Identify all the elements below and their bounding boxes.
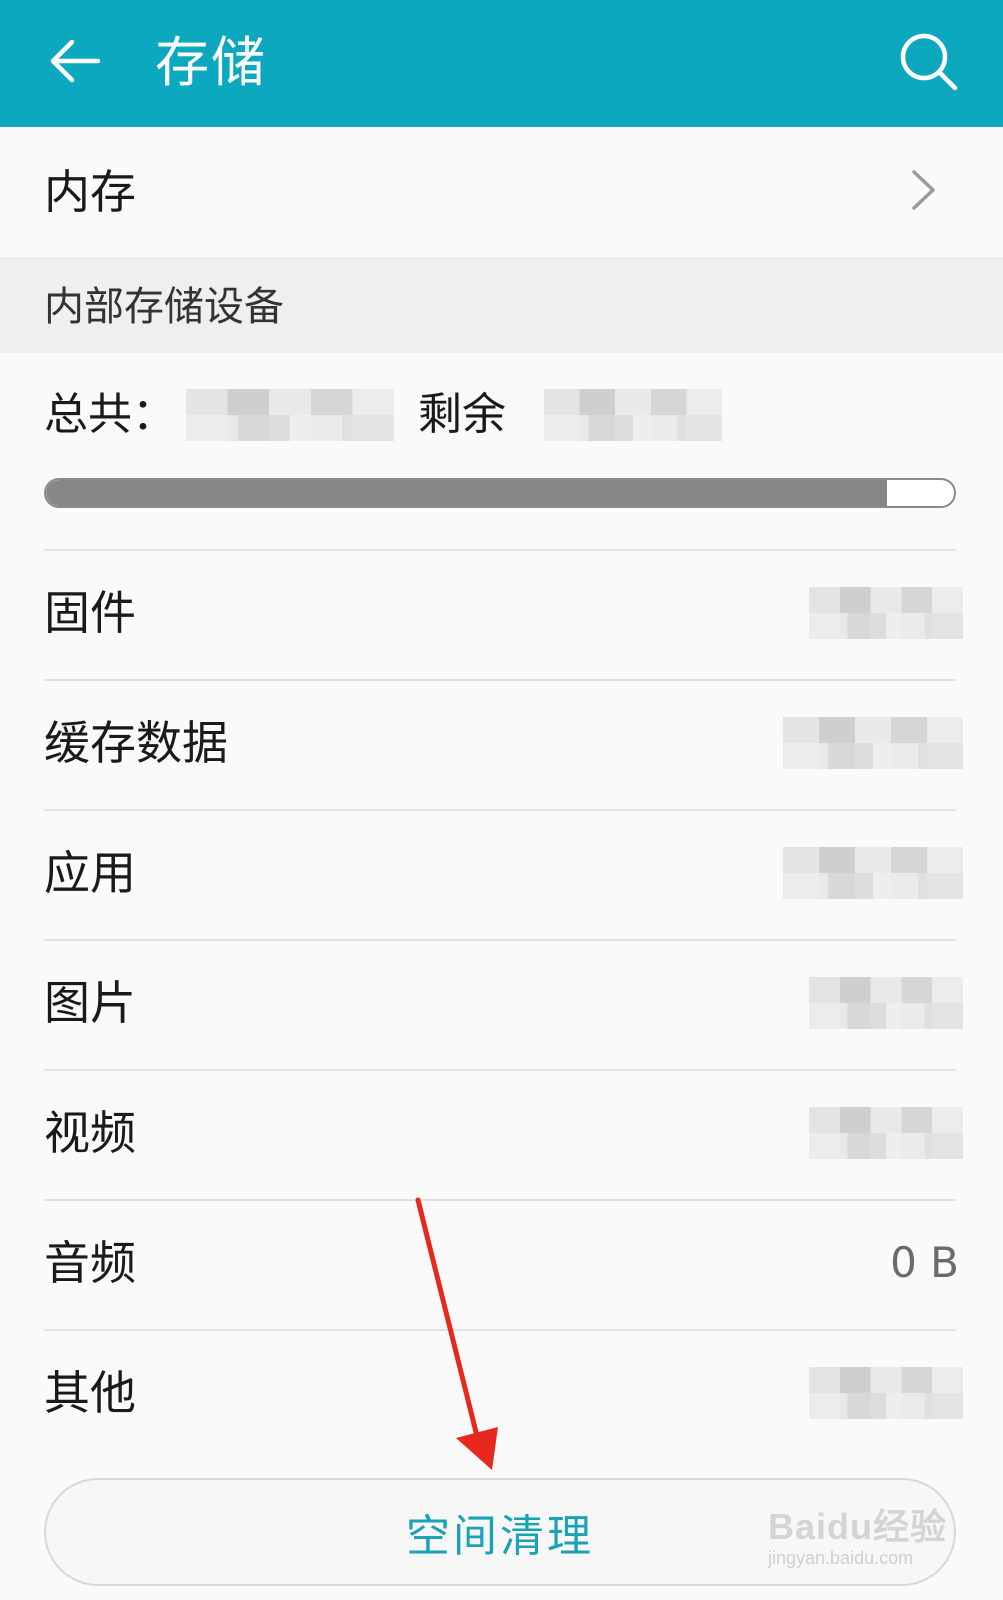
storage-category-row[interactable]: 音频 0 B bbox=[0, 1199, 1003, 1329]
row-divider bbox=[44, 1199, 956, 1201]
row-divider bbox=[44, 809, 956, 811]
row-divider bbox=[44, 1329, 956, 1331]
category-name: 音频 bbox=[44, 1236, 136, 1290]
category-name: 应用 bbox=[44, 846, 136, 900]
internal-memory-row[interactable]: 内存 bbox=[0, 127, 1003, 257]
storage-category-row[interactable]: 固件 bbox=[0, 549, 1003, 679]
back-button[interactable] bbox=[44, 30, 106, 92]
storage-usage-bar bbox=[44, 478, 956, 508]
row-divider bbox=[44, 939, 956, 941]
section-header: 内部存储设备 bbox=[0, 257, 1003, 353]
search-icon bbox=[900, 33, 958, 91]
storage-category-row[interactable]: 其他 bbox=[0, 1329, 1003, 1459]
row-divider bbox=[44, 1069, 956, 1071]
category-size-redacted bbox=[809, 1107, 963, 1159]
storage-category-list: 固件缓存数据应用图片视频音频 0 B 其他 bbox=[0, 549, 1003, 1459]
storage-category-row[interactable]: 图片 bbox=[0, 939, 1003, 1069]
remaining-value-redacted bbox=[544, 389, 722, 441]
arrow-left-icon bbox=[50, 39, 101, 83]
category-size-redacted bbox=[809, 1367, 963, 1419]
internal-memory-label: 内存 bbox=[44, 165, 136, 219]
row-divider bbox=[44, 549, 956, 551]
category-size-redacted bbox=[783, 847, 963, 899]
storage-category-row[interactable]: 缓存数据 bbox=[0, 679, 1003, 809]
watermark-brand: Baidu经验 bbox=[768, 1506, 948, 1547]
baidu-watermark: Baidu经验 jingyan.baidu.com bbox=[768, 1488, 958, 1580]
row-divider bbox=[44, 679, 956, 681]
watermark-url: jingyan.baidu.com bbox=[768, 1548, 914, 1568]
chevron-right-icon bbox=[912, 170, 935, 210]
total-label: 总共： bbox=[44, 389, 176, 440]
category-size: 0 B bbox=[890, 1238, 959, 1287]
total-value-redacted bbox=[186, 389, 394, 441]
category-name: 缓存数据 bbox=[44, 716, 228, 770]
remaining-label: 剩余 bbox=[418, 389, 506, 440]
storage-summary: 总共： 剩余 bbox=[44, 385, 722, 445]
category-size-redacted bbox=[809, 587, 963, 639]
category-name: 图片 bbox=[44, 976, 136, 1030]
category-size-redacted bbox=[783, 717, 963, 769]
app-bar: 存储 bbox=[0, 0, 1003, 127]
storage-usage-fill bbox=[46, 480, 887, 506]
space-clean-label: 空间清理 bbox=[406, 1511, 594, 1562]
category-name: 固件 bbox=[44, 586, 136, 640]
page-title: 存储 bbox=[155, 31, 267, 94]
section-title: 内部存储设备 bbox=[44, 284, 284, 330]
category-size-redacted bbox=[809, 977, 963, 1029]
storage-category-row[interactable]: 应用 bbox=[0, 809, 1003, 939]
search-button[interactable] bbox=[895, 28, 961, 94]
storage-category-row[interactable]: 视频 bbox=[0, 1069, 1003, 1199]
category-name: 视频 bbox=[44, 1106, 136, 1160]
category-name: 其他 bbox=[44, 1366, 136, 1420]
